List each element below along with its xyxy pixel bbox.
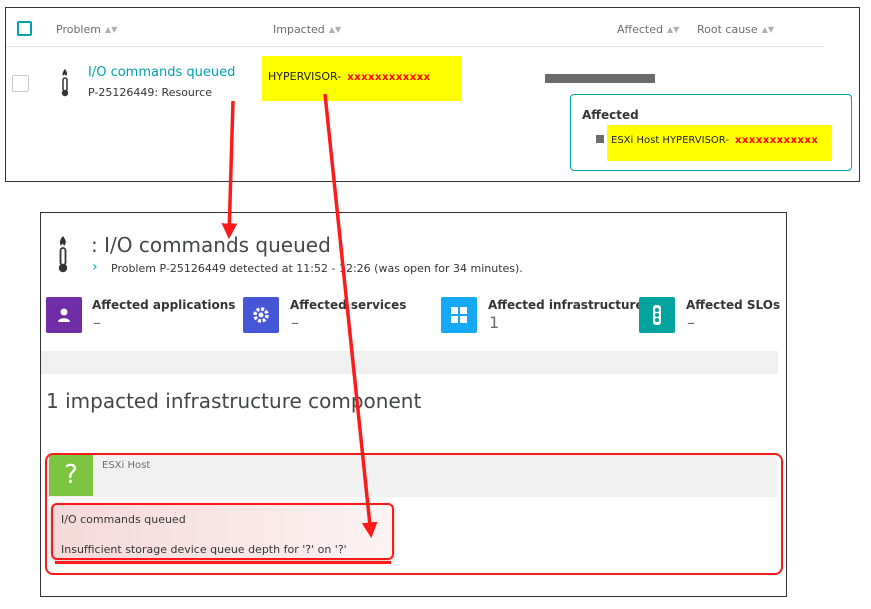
select-all-checkbox[interactable] [17,21,32,36]
column-header-affected[interactable]: Affected ▲▼ [617,23,679,36]
tooltip-title: Affected [582,108,639,122]
redacted-text: xxxxxxxxxxxx [734,135,819,146]
annotation-underline [55,561,391,564]
sort-icon: ▲▼ [761,25,774,34]
sort-icon: ▲▼ [666,25,680,34]
gear-icon [243,297,279,333]
tile-affected-slos[interactable]: Affected SLOs [686,298,780,312]
redacted-text: xxxxxxxxxxxx [347,72,431,83]
affected-tooltip: Affected ESXi Host HYPERVISOR-xxxxxxxxxx… [570,94,852,171]
thermometer-flame-icon [58,68,72,102]
tile-affected-applications[interactable]: Affected applications [92,298,235,312]
section-divider [41,351,778,374]
sort-icon: ▲▼ [104,25,118,34]
tile-value: 1 [489,313,500,332]
tooltip-entity-link[interactable]: ESXi Host HYPERVISOR-xxxxxxxxxxxx [611,135,818,146]
sort-icon: ▲▼ [328,25,342,34]
infrastructure-icon [441,297,477,333]
column-header-problem[interactable]: Problem ▲▼ [56,23,117,36]
tile-value: – [291,313,299,332]
tile-value: – [93,313,101,332]
column-header-root-cause[interactable]: Root cause ▲▼ [697,23,774,36]
page-title: : I/O commands queued [91,233,331,257]
problem-id: P-25126449: Resource [88,86,212,99]
problem-detail-panel: : I/O commands queued › Problem P-251264… [40,212,787,597]
row-checkbox[interactable] [12,75,29,92]
thermometer-flame-icon [55,235,71,279]
impacted-entity-link[interactable]: HYPERVISOR-xxxxxxxxxxxx [268,70,431,83]
section-title: 1 impacted infrastructure component [46,389,422,413]
column-header-impacted[interactable]: Impacted ▲▼ [273,23,341,36]
user-icon [46,297,82,333]
affected-entity-bar[interactable] [545,74,655,83]
problems-list-panel: Problem ▲▼ Impacted ▲▼ Affected ▲▼ Root cau… [5,7,860,182]
tile-affected-infrastructure[interactable]: Affected infrastructure [488,298,644,312]
annotation-outline [45,453,783,575]
header-divider [6,46,824,47]
tile-affected-services[interactable]: Affected services [290,298,406,312]
entity-square-icon [596,135,604,143]
chevron-right-icon[interactable]: › [92,259,98,275]
tile-value: – [687,313,695,332]
traffic-light-icon [639,297,675,333]
problem-title-link[interactable]: I/O commands queued [88,65,235,80]
problem-summary: Problem P-25126449 detected at 11:52 - 1… [111,262,523,275]
